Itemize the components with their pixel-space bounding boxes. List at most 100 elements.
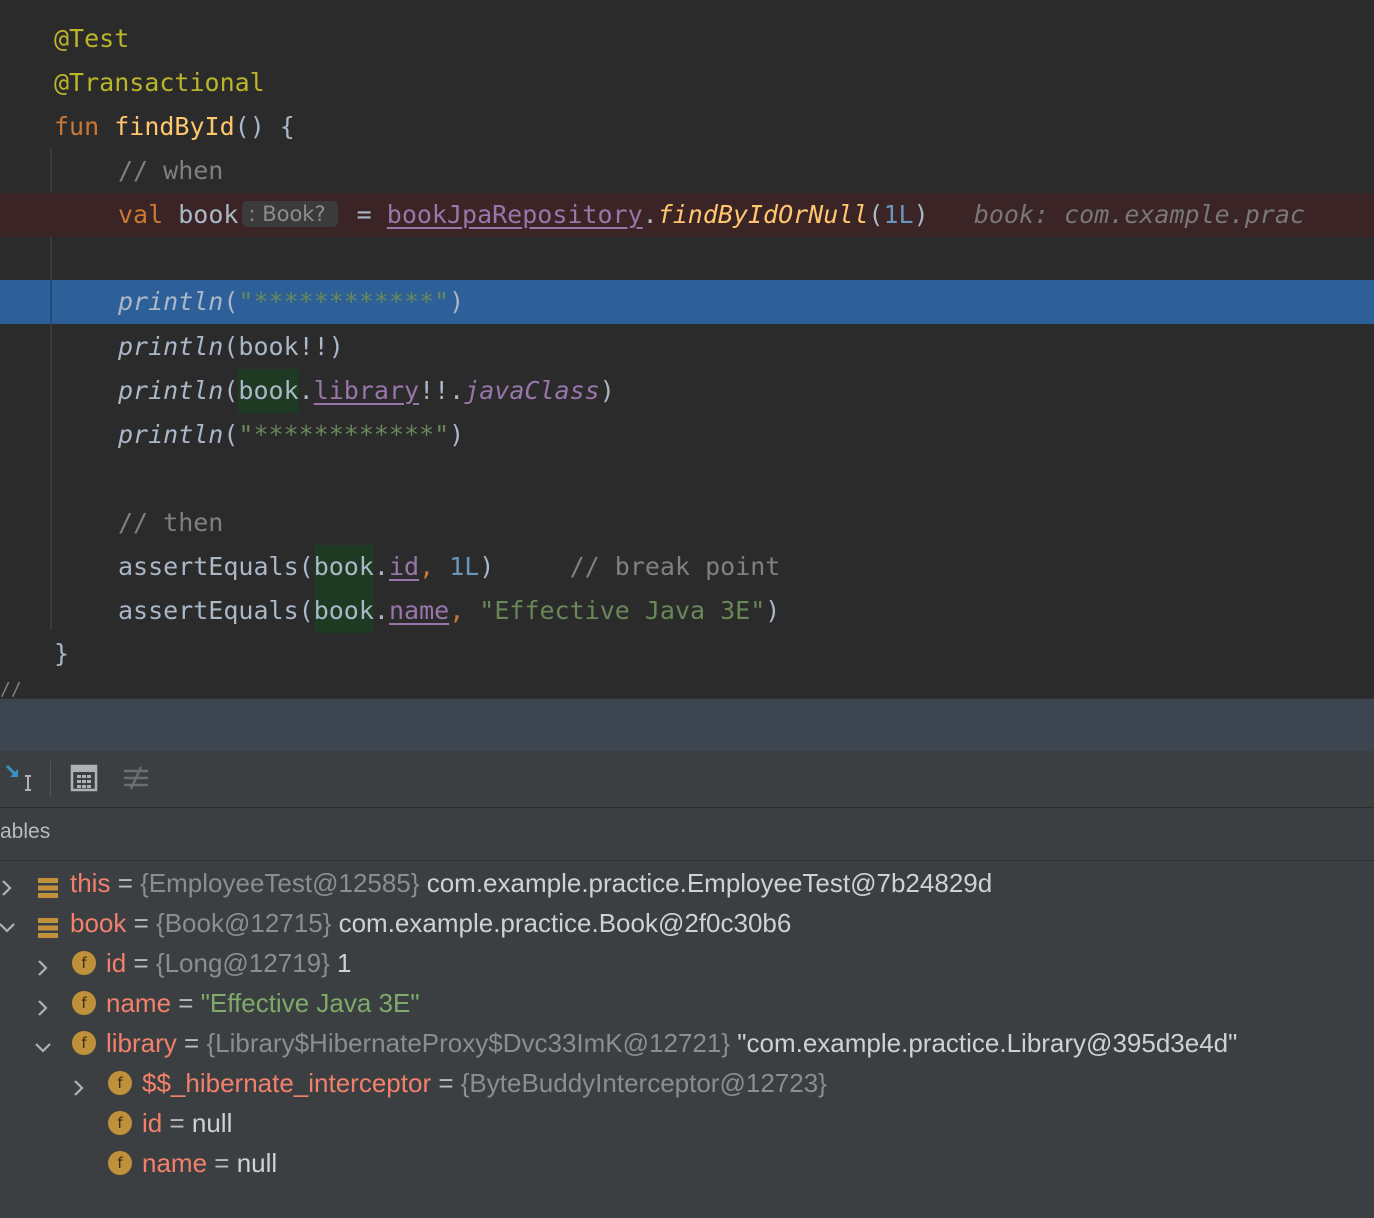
- book-reference-highlight: book: [313, 545, 374, 589]
- debug-toolbar: [0, 751, 1374, 808]
- library-property[interactable]: library: [314, 376, 419, 405]
- dot: .: [373, 552, 389, 581]
- number-1L: 1L: [449, 552, 480, 581]
- field-icon: f: [72, 1031, 96, 1055]
- paren-close: ): [449, 287, 465, 316]
- variable-row-this[interactable]: this = {EmployeeTest@12585} com.example.…: [0, 863, 1374, 903]
- chevron-right-icon[interactable]: [31, 951, 55, 976]
- code-line-15: }: [0, 632, 1374, 676]
- equals-sign: =: [110, 868, 141, 898]
- code-line-12: // then: [0, 501, 1374, 545]
- paren-open: (: [223, 287, 239, 316]
- variable-row-book-name[interactable]: f name = "Effective Java 3E": [0, 983, 1374, 1023]
- variable-name: name: [142, 1148, 208, 1178]
- dot: .: [373, 596, 389, 625]
- variables-tree[interactable]: this = {EmployeeTest@12585} com.example.…: [0, 861, 1374, 1218]
- variable-row-library-id[interactable]: f id = null: [0, 1103, 1374, 1143]
- paren-close: ): [765, 596, 781, 625]
- println-call: println: [118, 376, 224, 405]
- code-line-4: // when: [0, 149, 1374, 193]
- chevron-right-icon[interactable]: [67, 1071, 91, 1096]
- id-property[interactable]: id: [389, 552, 419, 581]
- variable-row-library-name[interactable]: f name = null: [0, 1143, 1374, 1183]
- variable-book: book: [178, 200, 239, 229]
- paren-close: ): [599, 376, 615, 405]
- variable-name: library: [106, 1028, 177, 1058]
- variable-row-book-library[interactable]: f library = {Library$HibernateProxy$Dvc3…: [0, 1023, 1374, 1063]
- paren-close: ): [479, 552, 495, 581]
- repository-reference[interactable]: bookJpaRepository: [387, 200, 643, 229]
- comment-breakpoint: // break point: [569, 552, 781, 581]
- closing-brace: }: [54, 639, 70, 668]
- variable-name: this: [70, 868, 111, 898]
- variables-title-bar: ables: [0, 808, 1374, 861]
- variable-value: com.example.practice.Book@2f0c30b6: [338, 908, 792, 938]
- code-line-8: println(book!!): [0, 325, 1374, 369]
- field-icon: f: [72, 951, 96, 975]
- variable-type: {EmployeeTest@12585}: [140, 868, 420, 898]
- function-signature-rest: () {: [234, 112, 295, 141]
- keyword-val: val: [118, 200, 164, 229]
- equals-sign: =: [171, 988, 201, 1018]
- paren-open: (: [298, 596, 314, 625]
- number-1L: 1L: [883, 200, 914, 229]
- book-reference-highlight: book: [313, 589, 374, 633]
- code-line-10: println("************"): [0, 413, 1374, 457]
- paren-close: ): [449, 420, 465, 449]
- compare-icon[interactable]: [121, 763, 151, 793]
- variable-value: "Effective Java 3E": [200, 988, 420, 1018]
- debug-panel-header: [0, 698, 1374, 751]
- variable-row-hibernate-interceptor[interactable]: f $$_hibernate_interceptor = {ByteBuddyI…: [0, 1063, 1374, 1103]
- code-line-5-error: val book: Book? = bookJpaRepository.find…: [0, 193, 1374, 237]
- equals-sign: =: [162, 1108, 192, 1138]
- variable-value: com.example.practice.EmployeeTest@7b2482…: [426, 868, 993, 898]
- keyword-fun: fun: [54, 112, 100, 141]
- code-editor[interactable]: @Test @Transactional fun findById() { //…: [0, 0, 1374, 698]
- evaluate-expression-icon[interactable]: [69, 763, 99, 793]
- variable-type: {Long@12719}: [155, 948, 330, 978]
- variable-name: id: [106, 948, 127, 978]
- chevron-right-icon[interactable]: [31, 991, 55, 1016]
- chevron-right-icon[interactable]: [0, 871, 19, 896]
- equals-sign: =: [126, 908, 157, 938]
- chevron-down-icon[interactable]: [0, 911, 19, 935]
- variable-type: {Library$HibernateProxy$Dvc33ImK@12721}: [206, 1028, 731, 1058]
- toolbar-separator: [50, 761, 51, 797]
- name-property[interactable]: name: [389, 596, 449, 625]
- variable-name: id: [142, 1108, 163, 1138]
- println-call: println: [118, 287, 224, 316]
- code-line-9: println(book.library!!.javaClass): [0, 369, 1374, 413]
- variable-value: "com.example.practice.Library@395d3e4d": [737, 1028, 1238, 1058]
- object-stack-icon: [36, 871, 60, 898]
- stars-string: "************": [238, 287, 450, 316]
- variable-row-book-id[interactable]: f id = {Long@12719} 1: [0, 943, 1374, 983]
- variable-value: 1: [337, 948, 352, 978]
- equals-sign: =: [431, 1068, 461, 1098]
- assign-operator: =: [341, 200, 387, 229]
- code-line-1: @Test: [0, 17, 1374, 61]
- indent-guide-exec: [50, 280, 52, 324]
- variable-type: {Book@12715}: [156, 908, 332, 938]
- inline-debug-value: book: com.example.prac: [973, 200, 1305, 229]
- comma: ,: [419, 552, 450, 581]
- variable-value: null: [191, 1108, 233, 1138]
- java-class-property: javaClass: [464, 376, 600, 405]
- field-icon: f: [108, 1151, 132, 1175]
- assert-equals-call: assertEquals: [118, 552, 299, 581]
- cut-off-comment: //: [0, 679, 22, 699]
- book-reference-highlight: book: [238, 369, 299, 413]
- println-call: println: [118, 420, 224, 449]
- variable-name: book: [70, 908, 127, 938]
- equals-sign: =: [176, 1028, 207, 1058]
- variables-title: ables: [0, 820, 51, 843]
- code-line-2: @Transactional: [0, 61, 1374, 105]
- dot: .: [642, 200, 658, 229]
- equals-sign: =: [126, 948, 156, 978]
- method-find-by-id-or-null[interactable]: findByIdOrNull: [658, 200, 869, 229]
- variable-row-book[interactable]: book = {Book@12715} com.example.practice…: [0, 903, 1374, 943]
- println-call: println: [118, 332, 224, 361]
- chevron-down-icon[interactable]: [31, 1031, 55, 1055]
- assert-equals-call: assertEquals: [118, 596, 299, 625]
- restore-layout-icon[interactable]: [4, 763, 34, 793]
- function-name: findById: [114, 112, 235, 141]
